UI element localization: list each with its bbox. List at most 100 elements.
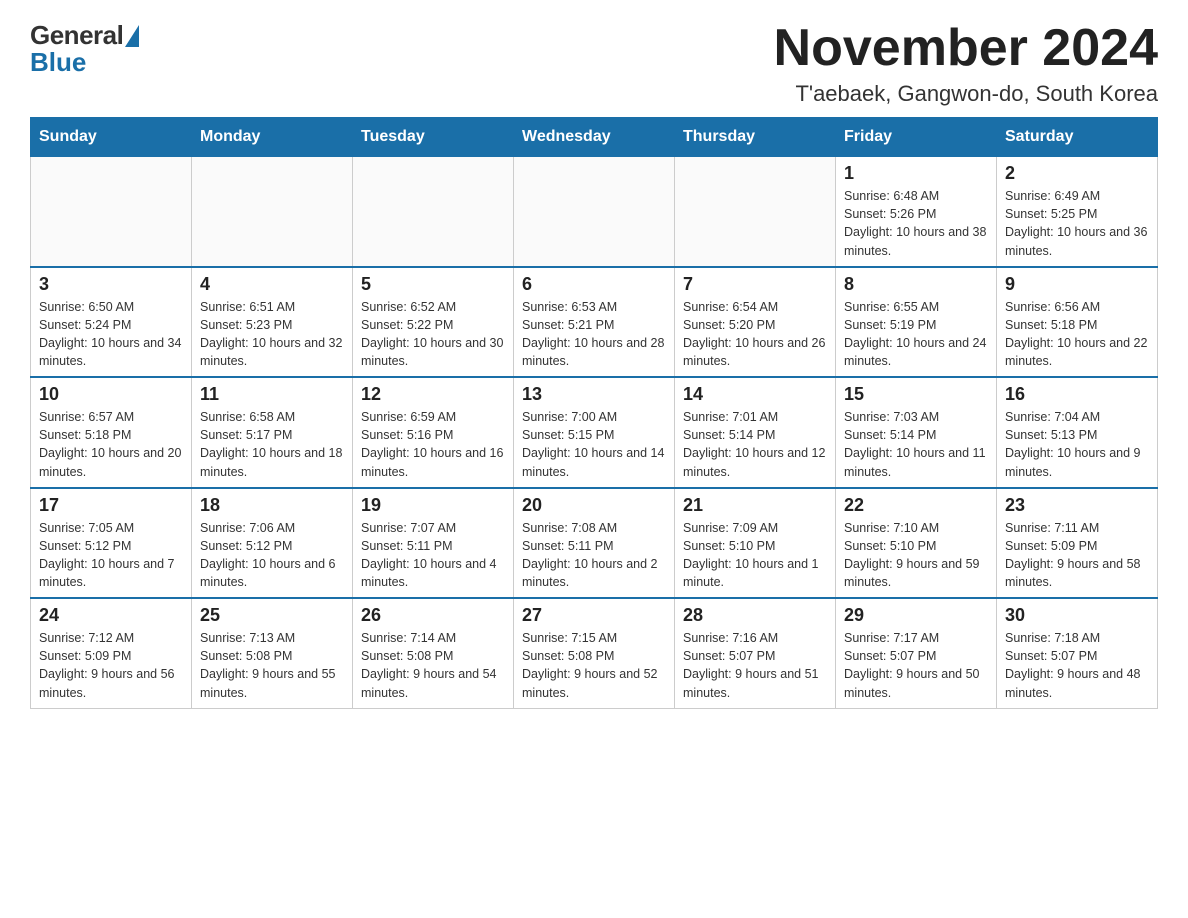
calendar-week-2: 3Sunrise: 6:50 AMSunset: 5:24 PMDaylight… [31,267,1158,378]
calendar-cell: 7 Sunrise: 6:54 AMSunset: 5:20 PMDaylight… [675,267,836,378]
day-number: 22 [844,495,988,516]
calendar-cell: 6 Sunrise: 6:53 AMSunset: 5:21 PMDaylight… [514,267,675,378]
day-info: Sunrise: 7:11 AMSunset: 5:09 PMDaylight:… [1005,519,1149,592]
day-info: Sunrise: 7:15 AMSunset: 5:08 PMDaylight:… [522,629,666,702]
calendar-cell: 16Sunrise: 7:04 AMSunset: 5:13 PMDayligh… [997,377,1158,488]
day-number: 9 [1005,274,1149,295]
weekday-header-saturday: Saturday [997,118,1158,157]
day-info: Sunrise: 7:12 AMSunset: 5:09 PMDaylight:… [39,629,183,702]
calendar-table: SundayMondayTuesdayWednesdayThursdayFrid… [30,117,1158,709]
day-number: 11 [200,384,344,405]
calendar-cell [192,157,353,267]
logo: General Blue [30,20,139,78]
calendar-cell [31,157,192,267]
day-info: Sunrise: 6:57 AMSunset: 5:18 PMDaylight:… [39,408,183,481]
calendar-cell: 27Sunrise: 7:15 AMSunset: 5:08 PMDayligh… [514,598,675,708]
calendar-cell: 9 Sunrise: 6:56 AMSunset: 5:18 PMDaylight… [997,267,1158,378]
day-info: Sunrise: 6:49 AMSunset: 5:25 PMDaylight:… [1005,187,1149,260]
day-number: 8 [844,274,988,295]
day-info: Sunrise: 6:55 AMSunset: 5:19 PMDaylight:… [844,298,988,371]
day-info: Sunrise: 6:56 AMSunset: 5:18 PMDaylight:… [1005,298,1149,371]
day-number: 10 [39,384,183,405]
day-number: 17 [39,495,183,516]
calendar-cell [353,157,514,267]
day-number: 30 [1005,605,1149,626]
day-number: 18 [200,495,344,516]
calendar-cell: 19 Sunrise: 7:07 AMSunset: 5:11 PMDayligh… [353,488,514,599]
day-number: 23 [1005,495,1149,516]
calendar-cell: 3Sunrise: 6:50 AMSunset: 5:24 PMDaylight… [31,267,192,378]
day-info: Sunrise: 7:03 AMSunset: 5:14 PMDaylight:… [844,408,988,481]
day-info: Sunrise: 7:05 AMSunset: 5:12 PMDaylight:… [39,519,183,592]
calendar-cell: 12 Sunrise: 6:59 AMSunset: 5:16 PMDayligh… [353,377,514,488]
calendar-cell: 10 Sunrise: 6:57 AMSunset: 5:18 PMDayligh… [31,377,192,488]
day-info: Sunrise: 7:01 AMSunset: 5:14 PMDaylight:… [683,408,827,481]
calendar-cell: 28 Sunrise: 7:16 AMSunset: 5:07 PMDayligh… [675,598,836,708]
calendar-cell: 23 Sunrise: 7:11 AMSunset: 5:09 PMDayligh… [997,488,1158,599]
weekday-header-tuesday: Tuesday [353,118,514,157]
day-info: Sunrise: 6:53 AMSunset: 5:21 PMDaylight:… [522,298,666,371]
weekday-header-row: SundayMondayTuesdayWednesdayThursdayFrid… [31,118,1158,157]
calendar-cell: 29 Sunrise: 7:17 AMSunset: 5:07 PMDayligh… [836,598,997,708]
day-number: 29 [844,605,988,626]
day-info: Sunrise: 7:06 AMSunset: 5:12 PMDaylight:… [200,519,344,592]
day-number: 6 [522,274,666,295]
calendar-cell: 1Sunrise: 6:48 AMSunset: 5:26 PMDaylight… [836,157,997,267]
day-info: Sunrise: 7:08 AMSunset: 5:11 PMDaylight:… [522,519,666,592]
day-info: Sunrise: 7:17 AMSunset: 5:07 PMDaylight:… [844,629,988,702]
weekday-header-wednesday: Wednesday [514,118,675,157]
calendar-cell [675,157,836,267]
calendar-cell: 4 Sunrise: 6:51 AMSunset: 5:23 PMDaylight… [192,267,353,378]
day-number: 4 [200,274,344,295]
day-info: Sunrise: 7:00 AMSunset: 5:15 PMDaylight:… [522,408,666,481]
logo-triangle-icon [125,25,139,47]
location-title: T'aebaek, Gangwon-do, South Korea [774,81,1158,107]
day-info: Sunrise: 7:07 AMSunset: 5:11 PMDaylight:… [361,519,505,592]
day-info: Sunrise: 7:10 AMSunset: 5:10 PMDaylight:… [844,519,988,592]
day-number: 14 [683,384,827,405]
day-number: 13 [522,384,666,405]
day-number: 3 [39,274,183,295]
day-number: 12 [361,384,505,405]
month-title: November 2024 [774,20,1158,77]
calendar-cell: 13 Sunrise: 7:00 AMSunset: 5:15 PMDayligh… [514,377,675,488]
day-info: Sunrise: 6:51 AMSunset: 5:23 PMDaylight:… [200,298,344,371]
day-info: Sunrise: 7:14 AMSunset: 5:08 PMDaylight:… [361,629,505,702]
calendar-cell: 25 Sunrise: 7:13 AMSunset: 5:08 PMDayligh… [192,598,353,708]
calendar-cell: 5 Sunrise: 6:52 AMSunset: 5:22 PMDaylight… [353,267,514,378]
day-number: 26 [361,605,505,626]
weekday-header-sunday: Sunday [31,118,192,157]
day-number: 5 [361,274,505,295]
calendar-cell: 14 Sunrise: 7:01 AMSunset: 5:14 PMDayligh… [675,377,836,488]
day-info: Sunrise: 7:16 AMSunset: 5:07 PMDaylight:… [683,629,827,702]
calendar-cell: 22 Sunrise: 7:10 AMSunset: 5:10 PMDayligh… [836,488,997,599]
calendar-week-1: 1Sunrise: 6:48 AMSunset: 5:26 PMDaylight… [31,157,1158,267]
day-number: 7 [683,274,827,295]
day-number: 2 [1005,163,1149,184]
calendar-cell: 24 Sunrise: 7:12 AMSunset: 5:09 PMDayligh… [31,598,192,708]
weekday-header-friday: Friday [836,118,997,157]
day-number: 25 [200,605,344,626]
day-number: 20 [522,495,666,516]
day-info: Sunrise: 6:59 AMSunset: 5:16 PMDaylight:… [361,408,505,481]
weekday-header-thursday: Thursday [675,118,836,157]
day-info: Sunrise: 7:18 AMSunset: 5:07 PMDaylight:… [1005,629,1149,702]
day-number: 28 [683,605,827,626]
day-info: Sunrise: 6:54 AMSunset: 5:20 PMDaylight:… [683,298,827,371]
page-header: General Blue November 2024 T'aebaek, Gan… [30,20,1158,107]
weekday-header-monday: Monday [192,118,353,157]
calendar-cell: 21Sunrise: 7:09 AMSunset: 5:10 PMDayligh… [675,488,836,599]
day-number: 21 [683,495,827,516]
calendar-cell: 26 Sunrise: 7:14 AMSunset: 5:08 PMDayligh… [353,598,514,708]
title-section: November 2024 T'aebaek, Gangwon-do, Sout… [774,20,1158,107]
calendar-cell: 8 Sunrise: 6:55 AMSunset: 5:19 PMDaylight… [836,267,997,378]
day-info: Sunrise: 6:52 AMSunset: 5:22 PMDaylight:… [361,298,505,371]
calendar-cell: 20 Sunrise: 7:08 AMSunset: 5:11 PMDayligh… [514,488,675,599]
day-number: 24 [39,605,183,626]
calendar-cell: 30 Sunrise: 7:18 AMSunset: 5:07 PMDayligh… [997,598,1158,708]
day-info: Sunrise: 7:13 AMSunset: 5:08 PMDaylight:… [200,629,344,702]
day-number: 19 [361,495,505,516]
day-number: 15 [844,384,988,405]
calendar-cell: 2 Sunrise: 6:49 AMSunset: 5:25 PMDaylight… [997,157,1158,267]
calendar-week-4: 17 Sunrise: 7:05 AMSunset: 5:12 PMDayligh… [31,488,1158,599]
